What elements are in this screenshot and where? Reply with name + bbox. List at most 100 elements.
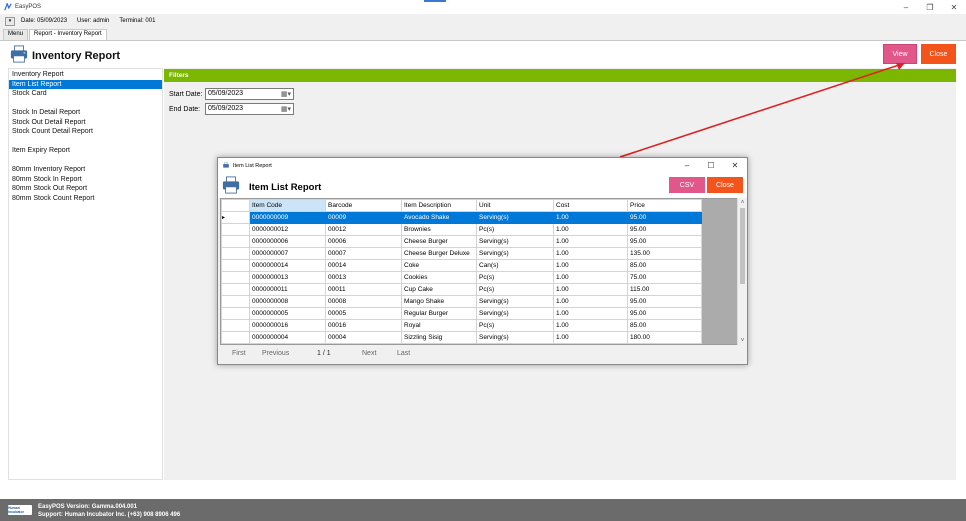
cell-barcode[interactable]: 00016	[325, 319, 402, 332]
cell-cost[interactable]: 1.00	[553, 223, 628, 236]
cell-description[interactable]: Royal	[401, 319, 477, 332]
table-row[interactable]: ▸ 0000000009 00009 Avocado Shake Serving(s) 1…	[221, 211, 702, 224]
cell-description[interactable]: Brownies	[401, 223, 477, 236]
cell-barcode[interactable]: 00014	[325, 259, 402, 272]
row-header[interactable]	[221, 271, 250, 284]
table-row[interactable]: 0000000005 00005 Regular Burger Serving(s) 1…	[221, 307, 702, 320]
csv-button[interactable]: CSV	[669, 177, 705, 193]
table-row[interactable]: 0000000008 00008 Mango Shake Serving(s) 1.00…	[221, 295, 702, 308]
cell-item-code[interactable]: 0000000009	[249, 211, 326, 224]
cell-description[interactable]: Avocado Shake	[401, 211, 477, 224]
minimize-icon[interactable]: –	[675, 158, 699, 173]
cell-price[interactable]: 180.00	[627, 331, 702, 344]
row-header[interactable]	[221, 331, 250, 344]
cell-price[interactable]: 95.00	[627, 307, 702, 320]
cell-item-code[interactable]: 0000000005	[249, 307, 326, 320]
cell-item-code[interactable]: 0000000013	[249, 271, 326, 284]
pager-last-button[interactable]: Last	[397, 350, 410, 357]
cell-price[interactable]: 95.00	[627, 211, 702, 224]
cell-barcode[interactable]: 00013	[325, 271, 402, 284]
table-row[interactable]: 0000000013 00013 Cookies Pc(s) 1.00 75.00	[221, 271, 702, 284]
close-icon[interactable]: ✕	[723, 158, 747, 173]
grid-scrollbar[interactable]: ˄ ˅	[737, 198, 747, 345]
cell-barcode[interactable]: 00012	[325, 223, 402, 236]
cell-description[interactable]: Mango Shake	[401, 295, 477, 308]
cell-description[interactable]: Sizzling Sisig	[401, 331, 477, 344]
column-header-description[interactable]: Item Description	[401, 199, 477, 212]
cell-cost[interactable]: 1.00	[553, 235, 628, 248]
cell-barcode[interactable]: 00011	[325, 283, 402, 296]
column-header-cost[interactable]: Cost	[553, 199, 628, 212]
cell-cost[interactable]: 1.00	[553, 331, 628, 344]
cell-cost[interactable]: 1.00	[553, 271, 628, 284]
cell-item-code[interactable]: 0000000011	[249, 283, 326, 296]
row-header[interactable]	[221, 247, 250, 260]
cell-price[interactable]: 85.00	[627, 259, 702, 272]
column-header-barcode[interactable]: Barcode	[325, 199, 402, 212]
table-row[interactable]: 0000000006 00006 Cheese Burger Serving(s) 1.…	[221, 235, 702, 248]
cell-cost[interactable]: 1.00	[553, 319, 628, 332]
cell-unit[interactable]: Serving(s)	[476, 211, 554, 224]
maximize-icon[interactable]: ☐	[699, 158, 723, 173]
column-header-item-code[interactable]: Item Code	[249, 199, 326, 212]
row-header[interactable]	[221, 223, 250, 236]
cell-barcode[interactable]: 00009	[325, 211, 402, 224]
cell-item-code[interactable]: 0000000007	[249, 247, 326, 260]
cell-barcode[interactable]: 00004	[325, 331, 402, 344]
cell-unit[interactable]: Serving(s)	[476, 331, 554, 344]
row-header[interactable]	[221, 319, 250, 332]
cell-item-code[interactable]: 0000000006	[249, 235, 326, 248]
cell-item-code[interactable]: 0000000008	[249, 295, 326, 308]
cell-barcode[interactable]: 00007	[325, 247, 402, 260]
cell-unit[interactable]: Serving(s)	[476, 307, 554, 320]
cell-unit[interactable]: Serving(s)	[476, 247, 554, 260]
cell-unit[interactable]: Pc(s)	[476, 283, 554, 296]
row-header[interactable]	[221, 259, 250, 272]
cell-price[interactable]: 85.00	[627, 319, 702, 332]
cell-barcode[interactable]: 00008	[325, 295, 402, 308]
cell-price[interactable]: 135.00	[627, 247, 702, 260]
table-row[interactable]: 0000000004 00004 Sizzling Sisig Serving(s) 1…	[221, 331, 702, 344]
cell-item-code[interactable]: 0000000014	[249, 259, 326, 272]
cell-price[interactable]: 95.00	[627, 235, 702, 248]
cell-barcode[interactable]: 00006	[325, 235, 402, 248]
column-header-price[interactable]: Price	[627, 199, 702, 212]
cell-item-code[interactable]: 0000000004	[249, 331, 326, 344]
cell-description[interactable]: Cup Cake	[401, 283, 477, 296]
cell-description[interactable]: Cheese Burger Deluxe	[401, 247, 477, 260]
current-row-indicator-icon[interactable]: ▸	[221, 211, 250, 224]
row-header[interactable]	[221, 283, 250, 296]
pager-next-button[interactable]: Next	[362, 350, 376, 357]
pager-first-button[interactable]: First	[232, 350, 246, 357]
cell-cost[interactable]: 1.00	[553, 259, 628, 272]
cell-cost[interactable]: 1.00	[553, 211, 628, 224]
cell-price[interactable]: 115.00	[627, 283, 702, 296]
cell-unit[interactable]: Pc(s)	[476, 319, 554, 332]
cell-unit[interactable]: Serving(s)	[476, 235, 554, 248]
row-header[interactable]	[221, 295, 250, 308]
cell-description[interactable]: Coke	[401, 259, 477, 272]
table-row[interactable]: 0000000012 00012 Brownies Pc(s) 1.00 95.00	[221, 223, 702, 236]
cell-unit[interactable]: Serving(s)	[476, 295, 554, 308]
table-row[interactable]: 0000000014 00014 Coke Can(s) 1.00 85.00	[221, 259, 702, 272]
chevron-up-icon[interactable]: ˄	[738, 198, 747, 207]
cell-unit[interactable]: Pc(s)	[476, 271, 554, 284]
dialog-close-button[interactable]: Close	[707, 177, 743, 193]
table-row[interactable]: 0000000011 00011 Cup Cake Pc(s) 1.00 115.00	[221, 283, 702, 296]
cell-price[interactable]: 95.00	[627, 223, 702, 236]
cell-cost[interactable]: 1.00	[553, 295, 628, 308]
item-grid[interactable]: Item Code Barcode Item Description Unit …	[220, 198, 747, 345]
cell-description[interactable]: Cheese Burger	[401, 235, 477, 248]
row-header[interactable]	[221, 235, 250, 248]
chevron-down-icon[interactable]: ˅	[738, 336, 747, 345]
cell-cost[interactable]: 1.00	[553, 283, 628, 296]
cell-cost[interactable]: 1.00	[553, 307, 628, 320]
cell-unit[interactable]: Pc(s)	[476, 223, 554, 236]
table-row[interactable]: 0000000016 00016 Royal Pc(s) 1.00 85.00	[221, 319, 702, 332]
cell-item-code[interactable]: 0000000012	[249, 223, 326, 236]
cell-unit[interactable]: Can(s)	[476, 259, 554, 272]
cell-cost[interactable]: 1.00	[553, 247, 628, 260]
cell-description[interactable]: Regular Burger	[401, 307, 477, 320]
cell-barcode[interactable]: 00005	[325, 307, 402, 320]
table-row[interactable]: 0000000007 00007 Cheese Burger Deluxe Servi…	[221, 247, 702, 260]
